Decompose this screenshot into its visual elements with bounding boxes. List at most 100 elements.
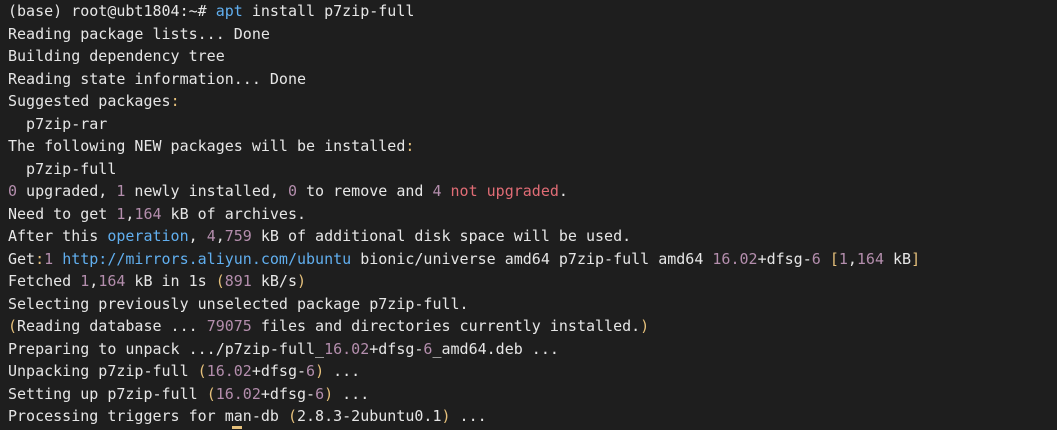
output-text: 6 — [811, 249, 821, 268]
output-text: 891 — [224, 272, 252, 290]
output-line: Setting up p7zip-full (16.02+dfsg-6) ... — [8, 383, 1057, 406]
terminal-cursor — [232, 426, 242, 429]
output-text: Reading state information... Done — [8, 69, 307, 88]
output-text: ] — [911, 249, 921, 268]
output-text: p7zip-full — [8, 159, 117, 178]
output-text: 164 — [856, 249, 884, 268]
output-text: Building dependency tree — [8, 47, 225, 65]
output-text: 0 — [8, 182, 18, 200]
output-line: The following NEW packages will be insta… — [8, 135, 1057, 158]
output-text: , — [215, 227, 225, 245]
output-text: 6 — [315, 384, 325, 403]
output-line: After this operation, 4,759 kB of additi… — [8, 225, 1057, 248]
output-text: operation — [107, 227, 189, 245]
output-text: not upgraded — [450, 182, 559, 200]
output-text: ( — [287, 407, 297, 425]
output-text: kB of archives. — [161, 204, 307, 223]
output-text: 164 — [134, 204, 162, 223]
output-text: Setting up p7zip-full — [8, 384, 207, 403]
output-text: ... — [324, 362, 361, 380]
output-text: ( — [215, 272, 225, 290]
shell-prompt: (base) root@ubt1804:~# — [8, 2, 207, 20]
output-line: Need to get 1,164 kB of archives. — [8, 203, 1057, 226]
output-text: +dfsg- — [757, 249, 812, 268]
output-text: upgraded, — [17, 182, 117, 200]
output-text: 2.8.3-2ubuntu0.1 — [297, 407, 442, 425]
output-text: kB — [884, 249, 912, 268]
output-text: 79075 — [206, 317, 252, 335]
output-text: : — [405, 137, 415, 155]
output-text: Need to get — [8, 204, 117, 223]
output-text: 16.02 — [324, 339, 370, 358]
output-text: to remove and — [297, 182, 433, 200]
output-text: +dfsg- — [369, 339, 424, 358]
output-text: Processing triggers for man-db — [8, 407, 288, 425]
output-text: ... — [333, 384, 370, 403]
output-text: The following NEW packages will be insta… — [8, 137, 406, 155]
command-args: install p7zip-full — [242, 2, 415, 20]
output-text: : — [35, 249, 45, 268]
output-line: Processing triggers for man-db (2.8.3-2u… — [8, 405, 1057, 428]
output-text: Fetched — [8, 272, 81, 290]
output-text: ... — [450, 407, 487, 425]
output-text: Suggested packages — [8, 92, 171, 110]
output-line: p7zip-full — [8, 158, 1057, 181]
output-text: kB of additional disk space will be used… — [251, 227, 632, 245]
output-text: ) — [640, 317, 650, 335]
output-text: http://mirrors.aliyun.com/ubuntu — [62, 249, 352, 268]
terminal-output: Reading package lists... Done Building de… — [8, 23, 1057, 428]
command-name: apt — [215, 2, 243, 20]
output-line: Preparing to unpack .../p7zip-full_16.02… — [8, 338, 1057, 361]
terminal-window[interactable]: (base) root@ubt1804:~# apt install p7zip… — [0, 0, 1057, 430]
output-text: ) — [315, 362, 325, 380]
output-text: [ — [829, 249, 839, 268]
output-text: . — [558, 182, 568, 200]
output-text: p7zip-rar — [8, 114, 108, 133]
output-text: ) — [441, 407, 451, 425]
output-text: 1s — [188, 272, 207, 290]
output-text: 6 — [306, 362, 316, 380]
output-line: p7zip-rar — [8, 113, 1057, 136]
output-text: Preparing to unpack .../p7zip-full_ — [8, 339, 325, 358]
output-text: kB in — [125, 272, 189, 290]
output-text: Get — [8, 249, 36, 268]
output-text: : — [170, 92, 180, 110]
output-text: +dfsg- — [251, 362, 307, 380]
output-text: ) — [324, 384, 334, 403]
output-text: Selecting previously unselected package … — [8, 294, 469, 313]
output-text: ) — [297, 272, 307, 290]
output-text: Reading database ... — [17, 317, 207, 335]
output-text: 0 — [287, 182, 297, 200]
output-text: 16.02 — [712, 249, 758, 268]
output-text: bionic/universe amd64 p7zip-full amd64 — [351, 249, 713, 268]
output-text: 16.02 — [215, 384, 261, 403]
output-line: Get: 1 http://mirrors.aliyun.com/ubuntu b… — [8, 248, 1057, 271]
output-text: , — [188, 227, 207, 245]
output-text: +dfsg- — [260, 384, 316, 403]
output-text: files and directories currently installe… — [251, 317, 641, 335]
output-line: 0 upgraded, 1 newly installed, 0 to remo… — [8, 180, 1057, 203]
output-text: ( — [206, 384, 216, 403]
output-line: Reading package lists... Done — [8, 23, 1057, 46]
output-text: 16.02 — [206, 362, 252, 380]
output-line: Building dependency tree — [8, 45, 1057, 68]
output-text: 759 — [224, 227, 252, 245]
output-line: (Reading database ... 79075 files and di… — [8, 315, 1057, 338]
output-text: 1 — [838, 249, 848, 268]
output-text: Unpacking p7zip-full — [8, 362, 198, 380]
output-line: Selecting previously unselected package … — [8, 293, 1057, 316]
output-text: Reading package lists... Done — [8, 24, 270, 43]
output-text: 164 — [98, 272, 126, 290]
output-line: Suggested packages: — [8, 90, 1057, 113]
output-text: newly installed, — [125, 182, 288, 200]
output-text: 4 — [206, 227, 216, 245]
output-text: ( — [8, 317, 18, 335]
output-text: kB/s — [251, 272, 297, 290]
output-text: _amd64.deb ... — [432, 339, 559, 358]
output-text: After this — [8, 227, 108, 245]
output-text: 1 — [80, 272, 90, 290]
